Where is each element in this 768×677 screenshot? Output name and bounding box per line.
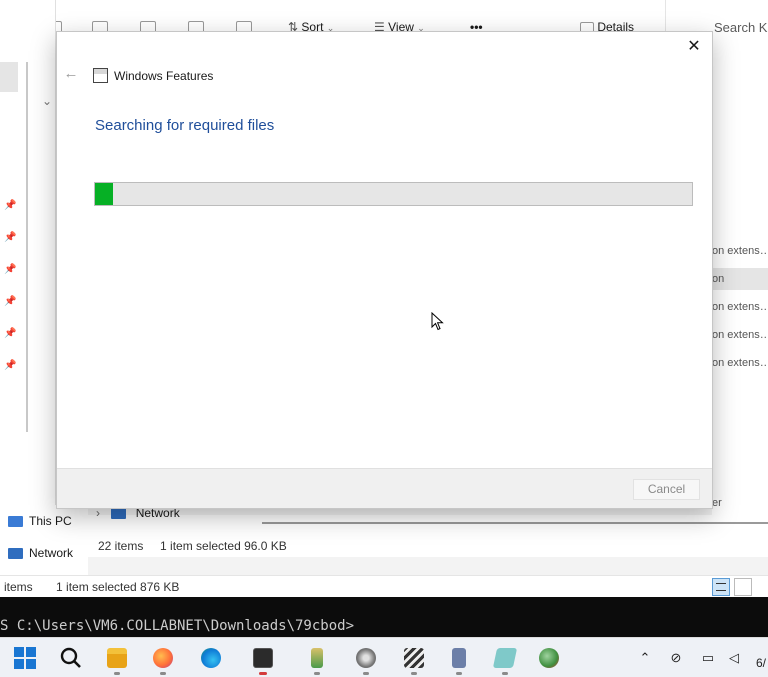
taskbar: ⌃ ⊘ ▭ ◁ 6/ <box>0 637 768 677</box>
running-indicator <box>456 672 462 675</box>
terminal-icon <box>253 648 273 668</box>
volume-muted-icon[interactable]: ◁ <box>726 650 742 666</box>
selection-info: 1 item selected 876 KB <box>56 580 180 594</box>
taskbar-notebook[interactable] <box>445 644 473 675</box>
windows-features-icon <box>93 68 108 83</box>
taskbar-firefox[interactable] <box>149 644 177 675</box>
pin-icon: 📌 <box>4 296 17 307</box>
network-icon <box>8 548 23 560</box>
chevron-up-icon[interactable]: ⌃ <box>637 650 653 666</box>
taskbar-edge[interactable] <box>197 644 225 672</box>
search-icon <box>60 647 81 668</box>
file-explorer-icon <box>107 648 127 668</box>
progress-bar <box>94 182 693 206</box>
list-item[interactable]: on extens… <box>712 352 768 374</box>
search-input[interactable]: Search K <box>714 20 767 35</box>
running-indicator <box>502 672 508 675</box>
list-item-selected[interactable]: on <box>712 268 768 290</box>
running-indicator <box>160 672 166 675</box>
cancel-button[interactable]: Cancel <box>633 479 700 500</box>
status-heading: Searching for required files <box>95 117 275 134</box>
selection-info: 1 item selected 96.0 KB <box>160 539 287 553</box>
taskbar-media[interactable] <box>352 644 380 675</box>
taskbar-clapper[interactable] <box>400 644 428 675</box>
dialog-footer: Cancel <box>57 468 712 508</box>
details-view-button[interactable] <box>712 578 730 596</box>
terminal-window[interactable]: S C:\Users\VM6.COLLABNET\Downloads\79cbo… <box>0 597 768 637</box>
list-item[interactable]: on extens… <box>712 240 768 262</box>
running-indicator <box>411 672 417 675</box>
mouse-pointer-icon <box>431 312 444 331</box>
list-item[interactable]: on extens… <box>712 324 768 346</box>
list-item[interactable]: on extens… <box>712 296 768 318</box>
pin-icon: 📌 <box>4 328 17 339</box>
paint-icon <box>311 648 323 668</box>
item-count: items <box>4 580 33 594</box>
start-button[interactable] <box>11 644 39 672</box>
network-off-icon[interactable]: ⊘ <box>668 650 684 666</box>
nav-item-network[interactable]: Network <box>8 546 73 560</box>
running-indicator <box>314 672 320 675</box>
media-icon <box>356 648 376 668</box>
taskbar-notepad[interactable] <box>491 644 519 675</box>
running-indicator <box>259 672 267 675</box>
terminal-prompt: S C:\Users\VM6.COLLABNET\Downloads\79cbo… <box>0 618 355 634</box>
item-count: 22 items <box>98 539 144 553</box>
nav-item-this-pc[interactable]: This PC <box>8 514 72 528</box>
taskbar-file-explorer[interactable] <box>103 644 131 675</box>
this-pc-icon <box>8 516 23 528</box>
pin-icon: 📌 <box>4 200 17 211</box>
back-arrow-icon[interactable]: ← <box>63 66 79 82</box>
globe-app-icon <box>539 648 559 668</box>
status-text-back: items 1 item selected 876 KB <box>4 580 179 594</box>
notepad-icon <box>492 648 518 668</box>
file-list: on extens… on on extens… on extens… on e… <box>712 56 768 520</box>
firefox-icon <box>153 648 173 668</box>
notebook-icon <box>452 648 466 668</box>
running-indicator <box>114 672 120 675</box>
pin-icon: 📌 <box>4 232 17 243</box>
search-button[interactable] <box>57 644 85 672</box>
taskbar-globe-app[interactable] <box>535 644 563 672</box>
nav-item-label: Network <box>29 546 74 560</box>
scrollbar[interactable] <box>26 62 28 432</box>
close-icon[interactable]: ✕ <box>684 38 704 56</box>
windows-features-dialog: ✕ ← Windows Features Searching for requi… <box>56 31 713 509</box>
nav-pane-bottom: This PC Network <box>0 505 88 575</box>
taskbar-paint[interactable] <box>303 644 331 675</box>
pin-icon: 📌 <box>4 264 17 275</box>
clock[interactable]: 6/ <box>756 656 766 670</box>
chevron-down-icon[interactable]: ⌄ <box>42 94 52 108</box>
clapper-icon <box>404 648 424 668</box>
pin-icon: 📌 <box>4 360 17 371</box>
list-item[interactable]: er <box>712 492 768 514</box>
edge-icon <box>201 648 221 668</box>
progress-fill <box>95 183 113 205</box>
status-text-front: 22 items 1 item selected 96.0 KB <box>98 539 287 553</box>
divider <box>262 522 768 524</box>
start-icon <box>14 647 36 669</box>
taskbar-terminal[interactable] <box>249 644 277 675</box>
dialog-title: Windows Features <box>114 69 214 83</box>
display-icon[interactable]: ▭ <box>700 650 716 666</box>
nav-selected-item[interactable] <box>0 62 18 92</box>
running-indicator <box>363 672 369 675</box>
network-icon <box>111 508 127 520</box>
nav-item-label: This PC <box>29 514 72 528</box>
status-bar-back: items 1 item selected 876 KB <box>0 575 768 597</box>
tiles-view-button[interactable] <box>734 578 752 596</box>
